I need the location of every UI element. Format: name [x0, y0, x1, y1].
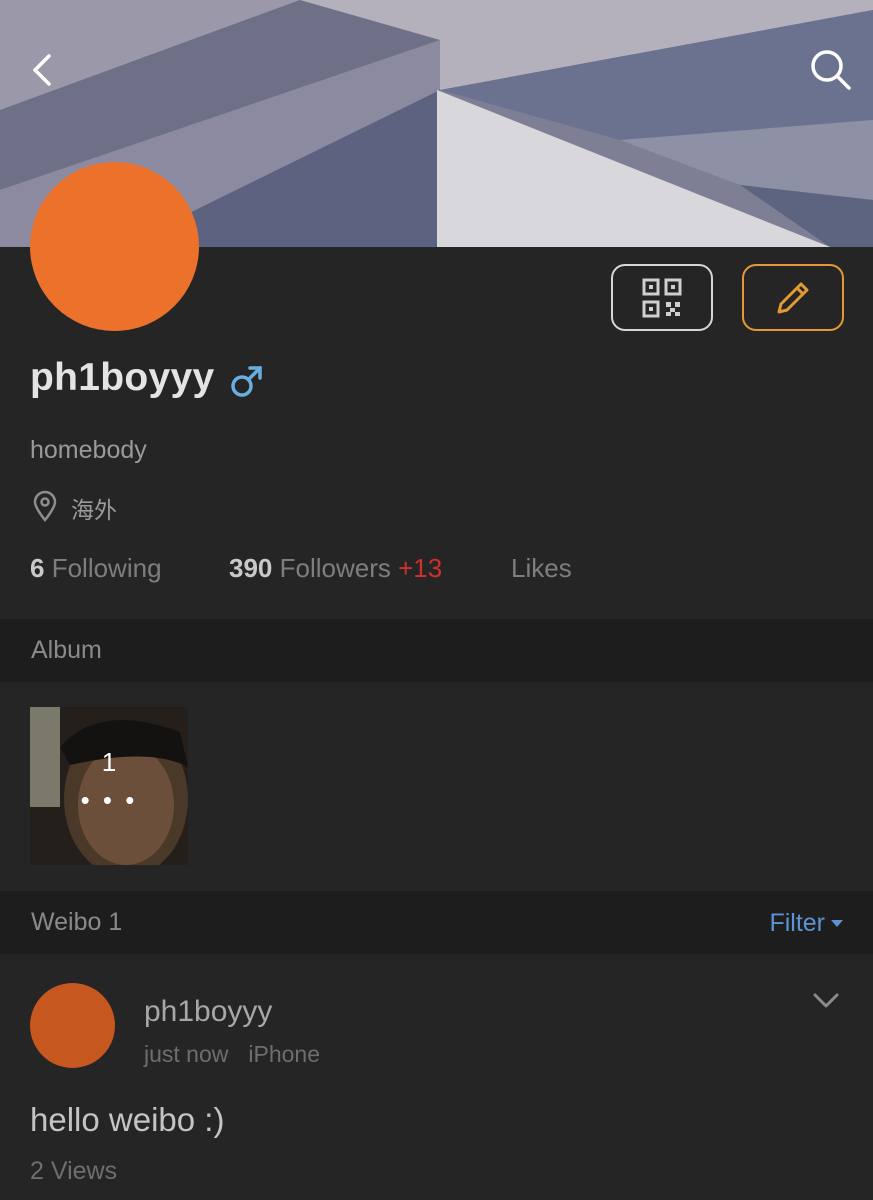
chevron-left-icon: [33, 54, 51, 86]
profile-avatar[interactable]: [30, 162, 199, 331]
qr-code-icon: [642, 278, 682, 317]
album-thumbnail[interactable]: 1 • • •: [30, 707, 188, 865]
more-dots-icon: • • •: [80, 785, 138, 815]
post-text: hello weibo :): [30, 1101, 225, 1138]
album-title: Album: [31, 636, 102, 664]
chevron-down-icon[interactable]: [812, 992, 840, 1010]
post-author-avatar[interactable]: [30, 983, 115, 1068]
male-gender-icon: [231, 366, 262, 397]
search-button[interactable]: [803, 42, 859, 98]
followers-label: Followers: [279, 553, 391, 583]
post-author-name[interactable]: ph1boyyy: [144, 995, 272, 1029]
following-count: 6: [30, 553, 45, 583]
post-source: iPhone: [248, 1041, 320, 1067]
qr-code-button[interactable]: [611, 264, 713, 331]
profile-location: 海外: [71, 497, 117, 523]
following-label: Following: [51, 553, 162, 583]
weibo-section-header: Weibo 1 Filter: [0, 891, 873, 954]
followers-stat[interactable]: 390 Followers +13: [229, 553, 442, 584]
edit-profile-button[interactable]: [742, 264, 844, 331]
post-time: just now: [144, 1041, 229, 1067]
followers-count: 390: [229, 553, 273, 583]
profile-bio: homebody: [30, 436, 147, 464]
caret-down-icon: [831, 919, 843, 927]
likes-label: Likes: [511, 553, 572, 583]
back-button[interactable]: [14, 42, 70, 98]
album-section-header: Album: [0, 619, 873, 682]
filter-label: Filter: [769, 909, 825, 937]
post-views: 2 Views: [30, 1157, 118, 1185]
post-meta: just now iPhone: [144, 1041, 320, 1068]
search-icon: [811, 50, 851, 90]
filter-button[interactable]: Filter: [769, 909, 843, 938]
likes-stat[interactable]: Likes: [511, 553, 572, 584]
album-photo-count: 1: [101, 747, 117, 777]
following-stat[interactable]: 6 Following: [30, 553, 162, 584]
followers-delta: +13: [398, 553, 443, 583]
weibo-title: Weibo 1: [31, 908, 123, 936]
pencil-icon: [777, 282, 809, 313]
profile-username: ph1boyyy: [30, 356, 215, 399]
location-pin-icon: [33, 490, 57, 522]
